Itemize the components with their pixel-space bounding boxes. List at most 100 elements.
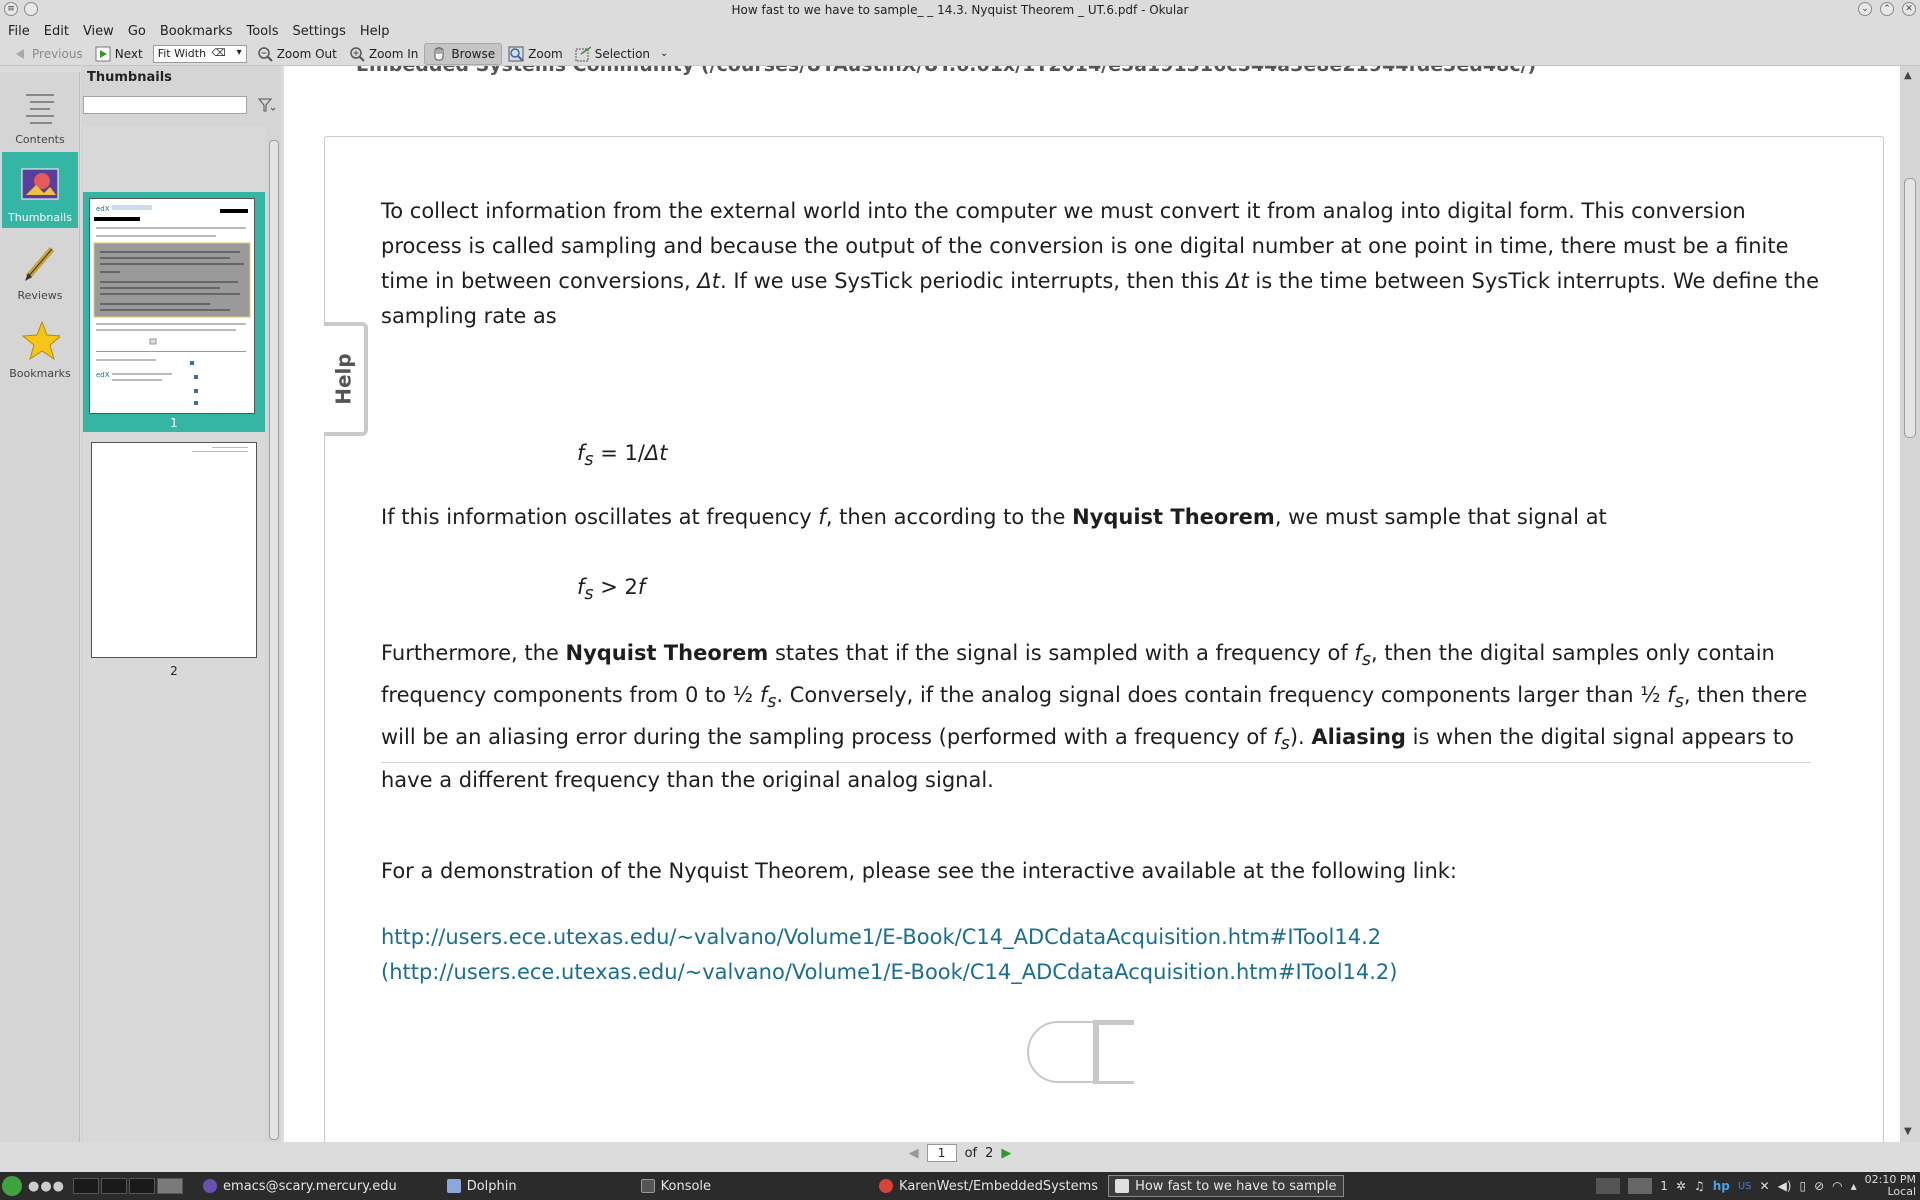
thumbnails-panel: Thumbnails edX edX 1 2	[81, 66, 281, 1164]
task-okular[interactable]: How fast to we have to sample	[1108, 1175, 1344, 1197]
previous-page-icon[interactable]: ◀	[909, 1146, 919, 1161]
svg-text:edX: edX	[96, 371, 110, 379]
wifi-icon[interactable]: ◠	[1832, 1179, 1842, 1193]
updates-icon[interactable]: ⊘	[1814, 1179, 1824, 1193]
zoom-out-label: Zoom Out	[276, 46, 337, 61]
task-dolphin[interactable]: Dolphin	[441, 1175, 523, 1197]
task-label: How fast to we have to sample	[1135, 1178, 1337, 1194]
link-url[interactable]: http://users.ece.utexas.edu/~valvano/Vol…	[381, 925, 1381, 949]
menu-help[interactable]: Help	[360, 24, 390, 39]
next-label: Next	[114, 46, 143, 61]
formula-sampling-rate: fs = 1/Δt	[381, 436, 668, 478]
fs-symbol: f	[1273, 725, 1281, 750]
task-label: Dolphin	[466, 1178, 517, 1194]
zoom-tool-button[interactable]: Zoom	[502, 43, 569, 65]
tray-expand-icon[interactable]: ▴	[1851, 1179, 1857, 1193]
menu-go[interactable]: Go	[128, 24, 146, 39]
help-tab-label: Help	[332, 353, 357, 405]
page-header-text: Embedded Systems Community (/courses/UTA…	[356, 66, 1536, 76]
zoom-in-button[interactable]: Zoom In	[343, 43, 425, 65]
clock[interactable]: 02:10 PM Local	[1865, 1174, 1916, 1198]
thumbnails-search-input[interactable]	[83, 96, 247, 114]
scroll-down-icon[interactable]: ▼	[1904, 1126, 1912, 1137]
filter-icon[interactable]	[257, 96, 277, 114]
delta-t: Δt	[644, 441, 668, 465]
previous-button[interactable]: Previous	[6, 43, 89, 65]
klipper-icon[interactable]: ▯	[1799, 1179, 1806, 1193]
thumbnails-scrollbar[interactable]	[267, 126, 281, 1146]
maximize-icon[interactable]: ⌃	[1880, 2, 1894, 16]
zoom-out-button[interactable]: Zoom Out	[251, 43, 343, 65]
keyboard-layout-indicator[interactable]: US	[1738, 1181, 1752, 1192]
task-konsole[interactable]: Konsole	[635, 1175, 717, 1197]
scrollbar-handle[interactable]	[1904, 178, 1916, 438]
frequency-symbol: f	[818, 505, 826, 529]
sidebar-item-label: Bookmarks	[9, 367, 71, 380]
close-icon[interactable]: ✕	[1902, 2, 1916, 16]
hp-icon[interactable]: hp	[1713, 1179, 1730, 1193]
menu-edit[interactable]: Edit	[44, 24, 69, 39]
more-icon[interactable]: ●●●	[28, 1179, 65, 1194]
formula-text: > 2	[593, 575, 638, 599]
keep-above-icon[interactable]	[24, 2, 38, 16]
bug-icon[interactable]: ✲	[1676, 1179, 1686, 1193]
thumbnail-page-2[interactable]	[91, 442, 257, 658]
page-1-preview: edX edX	[92, 201, 252, 411]
folder-icon	[446, 1179, 461, 1193]
task-emacs[interactable]: emacs@scary.mercury.edu	[197, 1175, 403, 1197]
tray-window-thumb-icon[interactable]	[1628, 1178, 1653, 1194]
zoom-out-icon	[257, 46, 273, 62]
sidebar: Contents Thumbnails Reviews Bookmarks	[0, 72, 80, 1164]
volume-icon[interactable]: ◀)	[1778, 1179, 1792, 1193]
music-icon[interactable]: ♫	[1694, 1179, 1705, 1193]
thumbnails-list[interactable]: edX edX 1 2	[83, 126, 265, 1146]
scrollbar-handle[interactable]	[269, 140, 279, 1140]
network-tools-icon[interactable]: ✕	[1760, 1179, 1770, 1193]
menu-settings[interactable]: Settings	[293, 24, 346, 39]
window-menu-icon[interactable]: ≡	[4, 2, 18, 16]
document-scrollbar[interactable]: ▲ ▼	[1900, 66, 1920, 1142]
desktop-2[interactable]	[101, 1178, 128, 1194]
pencil-icon	[20, 243, 60, 283]
selection-tool-button[interactable]: Selection ⌄	[569, 43, 675, 65]
thumbnail-page-number: 2	[170, 664, 178, 678]
sidebar-item-thumbnails[interactable]: Thumbnails	[2, 152, 78, 228]
minimize-icon[interactable]: ⌄	[1858, 2, 1872, 16]
next-page-icon[interactable]: ▶	[1001, 1146, 1011, 1161]
thumbnail-page-1[interactable]: edX edX	[89, 198, 255, 414]
menu-bookmarks[interactable]: Bookmarks	[160, 24, 233, 39]
page-number-input[interactable]: 1	[926, 1144, 957, 1162]
desktop-3[interactable]	[129, 1178, 156, 1194]
formula-nyquist: fs > 2f	[381, 570, 645, 612]
scroll-up-icon[interactable]: ▲	[1904, 70, 1912, 81]
fs-subscript: s	[584, 584, 594, 605]
task-label: emacs@scary.mercury.edu	[223, 1178, 397, 1194]
application-launcher-icon[interactable]	[2, 1176, 22, 1196]
browse-tool-button[interactable]: Browse	[424, 42, 503, 65]
contents-icon	[20, 87, 60, 127]
text-run: states that if the signal is sampled wit…	[774, 641, 1348, 665]
selection-dropdown-icon[interactable]: ⌄	[660, 48, 668, 59]
sidebar-item-reviews[interactable]: Reviews	[2, 230, 78, 306]
previous-label: Previous	[32, 46, 83, 61]
sidebar-item-bookmarks[interactable]: Bookmarks	[2, 308, 78, 384]
zoom-select[interactable]: Fit Width ⌫ ▾	[152, 44, 247, 63]
document-view[interactable]: Embedded Systems Community (/courses/UTA…	[284, 66, 1900, 1142]
desktop-4[interactable]	[157, 1178, 184, 1194]
help-tab[interactable]: Help	[324, 322, 368, 436]
clear-icon[interactable]: ⌫	[212, 48, 226, 59]
chevron-down-icon[interactable]: ▾	[237, 47, 242, 58]
link-url-parenthesized[interactable]: (http://users.ece.utexas.edu/~valvano/Vo…	[381, 960, 1398, 984]
task-browser[interactable]: KarenWest/EmbeddedSystems	[873, 1175, 1104, 1197]
hand-icon	[431, 46, 447, 62]
tray-window-thumb-icon[interactable]	[1596, 1178, 1621, 1194]
menu-tools[interactable]: Tools	[246, 24, 278, 39]
demo-link[interactable]: http://users.ece.utexas.edu/~valvano/Vol…	[381, 920, 1831, 990]
next-button[interactable]: Next	[89, 43, 149, 65]
menu-view[interactable]: View	[83, 24, 114, 39]
menu-file[interactable]: File	[8, 24, 30, 39]
desktop-1[interactable]	[73, 1178, 100, 1194]
sidebar-item-contents[interactable]: Contents	[2, 74, 78, 150]
zoom-in-label: Zoom In	[368, 46, 419, 61]
sidebar-item-label: Thumbnails	[8, 211, 72, 224]
